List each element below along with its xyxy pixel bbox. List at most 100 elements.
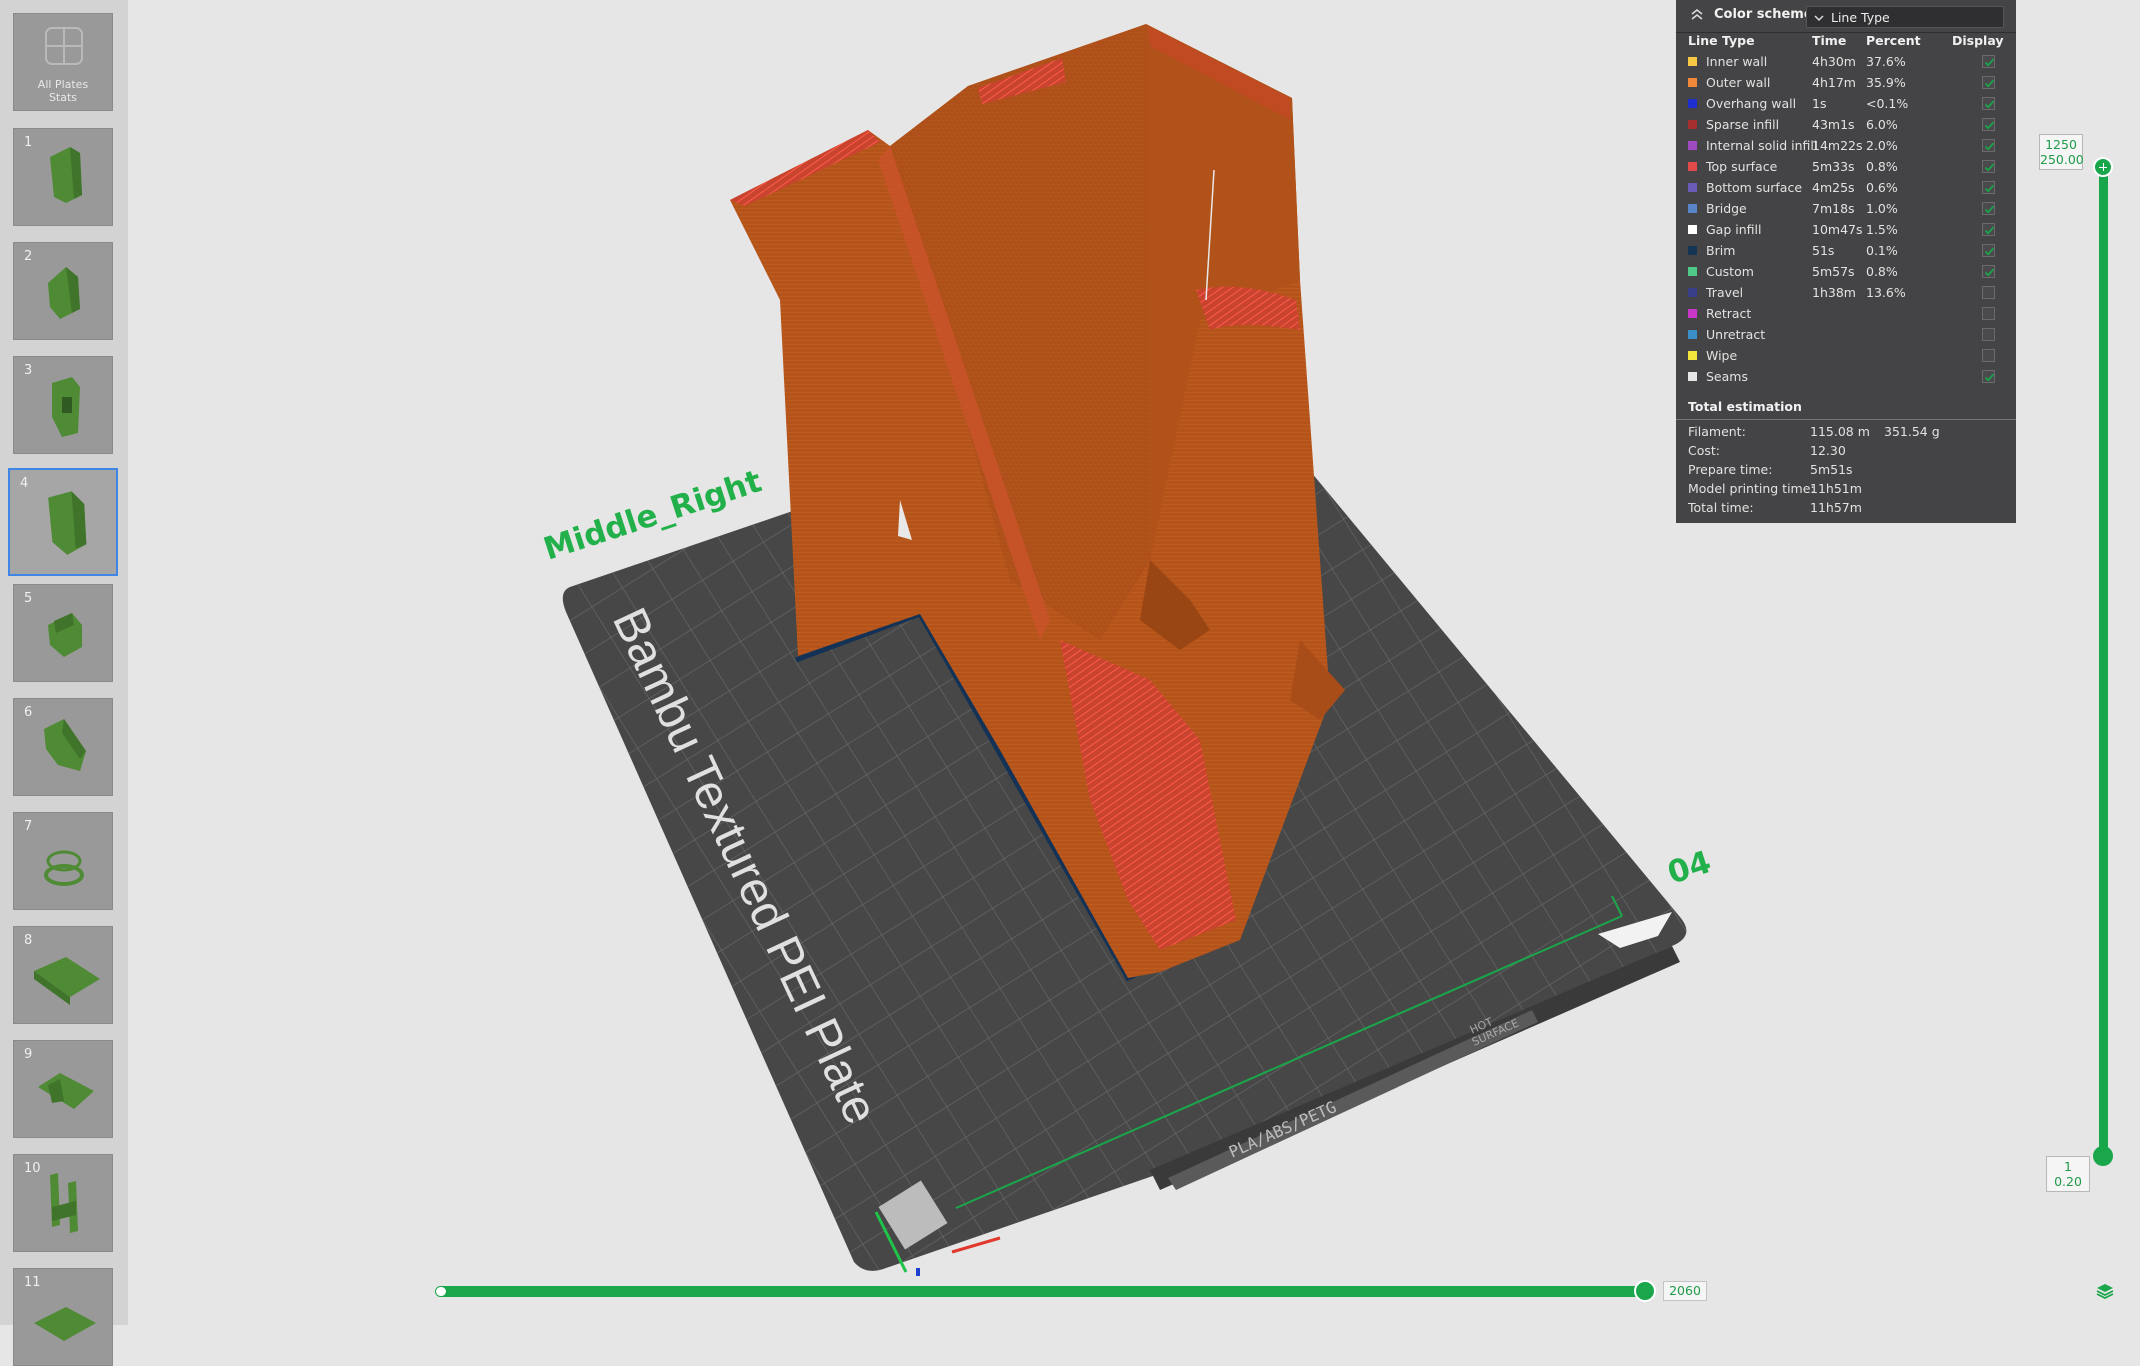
line-type-percent: 37.6% [1866,54,1906,69]
line-type-time: 10m47s [1812,222,1863,237]
checkmark-icon [1984,142,1995,151]
color-scheme-title: Color scheme [1714,7,1813,22]
line-type-time: 4h30m [1812,54,1856,69]
estimation-row: Prepare time: 5m51s [1676,461,2016,480]
display-checkbox[interactable] [1982,139,1995,152]
column-header-time: Time [1812,33,1847,48]
gcode-move-slider-track[interactable] [435,1286,1649,1297]
display-checkbox[interactable] [1982,328,1995,341]
estimation-row: Filament: 115.08 m 351.54 g [1676,423,2016,442]
line-type-name: Bridge [1706,201,1747,216]
display-checkbox[interactable] [1982,370,1995,383]
display-checkbox[interactable] [1982,307,1995,320]
gcode-move-value-badge: 2060 [1663,1281,1707,1301]
estimation-label: Cost: [1688,443,1721,458]
line-type-swatch [1688,288,1697,297]
line-type-name: Internal solid infill [1706,138,1818,153]
layer-top-handle[interactable] [2093,157,2113,177]
color-scheme-value: Line Type [1831,10,1890,25]
display-checkbox[interactable] [1982,286,1995,299]
line-type-name: Custom [1706,264,1754,279]
legend-row: Outer wall 4h17m 35.9% [1676,73,2016,94]
legend-row: Wipe [1676,346,2016,367]
checkmark-icon [1984,205,1995,214]
line-type-time: 4h17m [1812,75,1856,90]
line-type-swatch [1688,225,1697,234]
legend-row: Top surface 5m33s 0.8% [1676,157,2016,178]
plate-number-label[interactable]: 04 [1663,844,1715,892]
color-scheme-dropdown[interactable]: Line Type [1806,6,2004,28]
line-type-name: Wipe [1706,348,1738,363]
line-type-swatch [1688,351,1697,360]
checkmark-icon [1984,184,1995,193]
legend-header: Color scheme Line Type [1676,0,2016,33]
line-type-name: Outer wall [1706,75,1771,90]
display-checkbox[interactable] [1982,160,1995,173]
legend-row: Custom 5m57s 0.8% [1676,262,2016,283]
line-type-name: Brim [1706,243,1736,258]
display-checkbox[interactable] [1982,118,1995,131]
display-checkbox[interactable] [1982,244,1995,257]
legend-row: Brim 51s 0.1% [1676,241,2016,262]
line-type-name: Seams [1706,369,1748,384]
line-type-name: Sparse infill [1706,117,1780,132]
line-type-percent: 35.9% [1866,75,1906,90]
line-type-swatch [1688,330,1697,339]
display-checkbox[interactable] [1982,349,1995,362]
estimation-row: Total time: 11h57m [1676,499,2016,518]
legend-row: Gap infill 10m47s 1.5% [1676,220,2016,241]
checkmark-icon [1984,373,1995,382]
line-type-swatch [1688,246,1697,255]
line-type-swatch [1688,78,1697,87]
divider [1676,419,2016,420]
estimation-row: Model printing time: 11h51m [1676,480,2016,499]
line-type-swatch [1688,141,1697,150]
display-checkbox[interactable] [1982,55,1995,68]
line-type-swatch [1688,372,1697,381]
line-type-name: Gap infill [1706,222,1762,237]
legend-row: Internal solid infill 14m22s 2.0% [1676,136,2016,157]
display-checkbox[interactable] [1982,223,1995,236]
collapse-icon[interactable] [1690,8,1704,22]
gcode-move-slider-handle[interactable] [1634,1280,1656,1302]
line-type-time: 5m57s [1812,264,1855,279]
layer-bottom-handle[interactable] [2093,1146,2113,1166]
layers-icon[interactable] [2096,1282,2114,1300]
estimation-row: Cost: 12.30 [1676,442,2016,461]
column-header-percent: Percent [1866,33,1921,48]
estimation-value: 12.30 [1810,443,1846,458]
legend-column-headers: Line Type Time Percent Display [1676,32,2016,50]
line-type-percent: 0.8% [1866,159,1898,174]
legend-row: Sparse infill 43m1s 6.0% [1676,115,2016,136]
estimation-value: 11h57m [1810,500,1862,515]
estimation-value: 115.08 m [1810,424,1870,439]
line-type-name: Travel [1706,285,1744,300]
display-checkbox[interactable] [1982,202,1995,215]
line-type-percent: 6.0% [1866,117,1898,132]
line-type-swatch [1688,162,1697,171]
line-type-percent: 0.1% [1866,243,1898,258]
checkmark-icon [1984,121,1995,130]
estimation-label: Model printing time: [1688,481,1815,496]
checkmark-icon [1984,247,1995,256]
line-type-name: Unretract [1706,327,1766,342]
estimation-label: Prepare time: [1688,462,1773,477]
line-type-time: 51s [1812,243,1835,258]
line-type-time: 1h38m [1812,285,1856,300]
display-checkbox[interactable] [1982,265,1995,278]
line-type-percent: 2.0% [1866,138,1898,153]
checkmark-icon [1984,268,1995,277]
legend-row: Unretract [1676,325,2016,346]
estimation-value: 5m51s [1810,462,1853,477]
color-scheme-legend: Color scheme Line Type Line Type Time Pe… [1676,0,2016,523]
checkmark-icon [1984,58,1995,67]
layer-slider-track[interactable] [2099,167,2108,1156]
line-type-swatch [1688,267,1697,276]
display-checkbox[interactable] [1982,181,1995,194]
line-type-name: Top surface [1706,159,1778,174]
display-checkbox[interactable] [1982,76,1995,89]
line-type-percent: 13.6% [1866,285,1906,300]
display-checkbox[interactable] [1982,97,1995,110]
layer-bottom-value-badge: 1 0.20 [2046,1156,2090,1192]
layer-top-number: 1250 [2045,137,2077,152]
